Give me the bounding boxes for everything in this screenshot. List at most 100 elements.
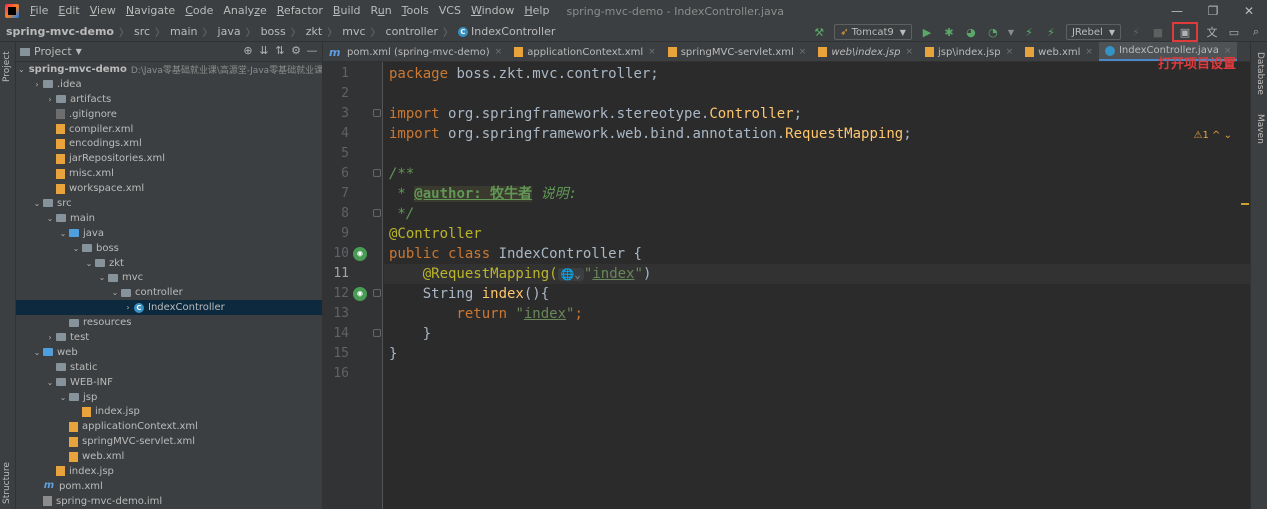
tree-item[interactable]: encodings.xml: [16, 136, 322, 151]
tree-item[interactable]: ⌄ boss: [16, 241, 322, 256]
chevron-down-icon[interactable]: ⌄: [18, 65, 25, 74]
spring-bean-icon[interactable]: ◉: [353, 247, 367, 261]
tree-item[interactable]: ⌄ src: [16, 196, 322, 211]
tree-item[interactable]: ⌄ controller: [16, 285, 322, 300]
layout-icon[interactable]: ▭: [1226, 24, 1242, 40]
tree-item[interactable]: › C IndexController: [16, 300, 322, 316]
url-hint-icon[interactable]: 🌐⌄: [557, 268, 584, 281]
chevron-down-icon[interactable]: ⌄: [96, 273, 108, 282]
menu-tools[interactable]: Tools: [397, 0, 434, 22]
tree-item[interactable]: › .idea: [16, 77, 322, 92]
menu-navigate[interactable]: Navigate: [121, 0, 180, 22]
jrebel-dropdown[interactable]: JRebel ▼: [1065, 24, 1121, 40]
search-icon[interactable]: ⌕: [1248, 24, 1264, 40]
chevron-down-icon[interactable]: ⌄: [44, 214, 56, 223]
jrebel-run-icon[interactable]: ⚡: [1021, 24, 1037, 40]
editor-tab[interactable]: web.xml ×: [1019, 42, 1099, 61]
breadcrumb-item[interactable]: spring-mvc-demo: [6, 25, 114, 38]
minimize-button[interactable]: —: [1159, 0, 1195, 22]
inspection-widget[interactable]: ⚠1 ^ ⌄: [1194, 130, 1232, 141]
chevron-right-icon[interactable]: ›: [31, 80, 43, 89]
chevron-down-icon[interactable]: ⌄: [83, 259, 95, 268]
coverage-icon[interactable]: ◕: [963, 24, 979, 40]
tree-item[interactable]: ⌄ mvc: [16, 270, 322, 285]
menu-help[interactable]: Help: [519, 0, 554, 22]
editor-tab[interactable]: jsp\index.jsp ×: [919, 42, 1019, 61]
tree-item[interactable]: static: [16, 360, 322, 375]
chevron-right-icon[interactable]: ›: [44, 95, 56, 104]
fold-marker-icon[interactable]: [373, 289, 381, 297]
locate-icon[interactable]: ⊕: [240, 44, 256, 57]
maven-tool-tab[interactable]: Maven: [1255, 114, 1265, 144]
tree-item[interactable]: ⌄ jsp: [16, 390, 322, 405]
collapse-all-icon[interactable]: ⇊: [256, 44, 272, 57]
tree-root[interactable]: ⌄ spring-mvc-demo D:\Java零基础就业课\高源堂-Java…: [16, 62, 322, 77]
maximize-button[interactable]: ❐: [1195, 0, 1231, 22]
breadcrumb-item[interactable]: src: [134, 25, 150, 38]
tree-item[interactable]: index.jsp: [16, 404, 322, 419]
close-tab-icon[interactable]: ×: [1085, 47, 1093, 57]
database-tool-tab[interactable]: Database: [1255, 52, 1265, 95]
tree-item[interactable]: springMVC-servlet.xml: [16, 434, 322, 449]
chevron-down-icon[interactable]: ⌄: [44, 378, 56, 387]
close-tab-icon[interactable]: ×: [905, 47, 913, 57]
fold-marker-icon[interactable]: [373, 169, 381, 177]
menu-analyze[interactable]: Analyze: [218, 0, 271, 22]
close-tab-icon[interactable]: ×: [648, 47, 656, 57]
tree-item[interactable]: spring-mvc-demo.iml: [16, 494, 322, 509]
menu-refactor[interactable]: Refactor: [272, 0, 328, 22]
chevron-down-icon[interactable]: ⌄: [31, 348, 43, 357]
more-run-chevron-icon[interactable]: ▼: [1007, 24, 1015, 40]
tree-item[interactable]: › test: [16, 330, 322, 345]
breadcrumb-item[interactable]: main: [170, 25, 197, 38]
scrollbar-warning-marker[interactable]: [1241, 203, 1249, 205]
build-hammer-icon[interactable]: ⚒: [811, 24, 827, 40]
menu-window[interactable]: Window: [466, 0, 519, 22]
debug-icon[interactable]: ✱: [941, 24, 957, 40]
project-tool-tab[interactable]: Project: [2, 51, 12, 82]
menu-build[interactable]: Build: [328, 0, 366, 22]
chevron-down-icon[interactable]: ⌄: [70, 244, 82, 253]
expand-icon[interactable]: ⇅: [272, 44, 288, 57]
breadcrumb-item[interactable]: C IndexController: [458, 25, 555, 38]
close-button[interactable]: ✕: [1231, 0, 1267, 22]
editor-tab[interactable]: m pom.xml (spring-mvc-demo) ×: [323, 42, 508, 61]
tree-item[interactable]: misc.xml: [16, 166, 322, 181]
tree-item[interactable]: web.xml: [16, 449, 322, 464]
tree-item[interactable]: m pom.xml: [16, 479, 322, 494]
tree-item[interactable]: ⌄ main: [16, 211, 322, 226]
translate-icon[interactable]: 文: [1204, 24, 1220, 40]
chevron-down-icon[interactable]: ⌄: [31, 199, 43, 208]
menu-file[interactable]: File: [25, 0, 53, 22]
project-structure-icon[interactable]: ▣: [1172, 22, 1198, 42]
breadcrumb-item[interactable]: controller: [386, 25, 438, 38]
code-editor[interactable]: ◉ ◉ 1 2 3 4 5 6 7 8 9 10 11 12 13 14 15 16 package boss…: [323, 62, 1250, 509]
tree-item[interactable]: workspace.xml: [16, 181, 322, 196]
jrebel-debug-icon[interactable]: ⚡: [1043, 24, 1059, 40]
request-mapping-icon[interactable]: ◉: [353, 287, 367, 301]
tree-item[interactable]: index.jsp: [16, 464, 322, 479]
tree-item[interactable]: › artifacts: [16, 92, 322, 107]
tree-item[interactable]: ⌄ java: [16, 226, 322, 241]
breadcrumb-item[interactable]: java: [218, 25, 241, 38]
tree-item[interactable]: jarRepositories.xml: [16, 151, 322, 166]
run-config-dropdown[interactable]: ➶ Tomcat9 ▼: [834, 24, 912, 40]
tree-item[interactable]: ⌄ zkt: [16, 256, 322, 271]
hide-icon[interactable]: —: [304, 44, 320, 57]
fold-marker-icon[interactable]: [373, 109, 381, 117]
close-tab-icon[interactable]: ×: [1006, 47, 1014, 57]
project-panel-title[interactable]: Project: [34, 45, 72, 58]
tree-item[interactable]: resources: [16, 315, 322, 330]
run-icon[interactable]: ▶: [919, 24, 935, 40]
stop-icon[interactable]: ■: [1150, 24, 1166, 40]
tree-item[interactable]: ⌄ WEB-INF: [16, 375, 322, 390]
tree-item[interactable]: .gitignore: [16, 107, 322, 122]
chevron-down-icon[interactable]: ⌄: [57, 229, 69, 238]
fold-marker-icon[interactable]: [373, 329, 381, 337]
chevron-right-icon[interactable]: ›: [122, 303, 134, 312]
breadcrumb-item[interactable]: zkt: [306, 25, 322, 38]
chevron-right-icon[interactable]: ›: [44, 333, 56, 342]
menu-run[interactable]: Run: [366, 0, 397, 22]
tree-item[interactable]: applicationContext.xml: [16, 419, 322, 434]
menu-code[interactable]: Code: [180, 0, 218, 22]
